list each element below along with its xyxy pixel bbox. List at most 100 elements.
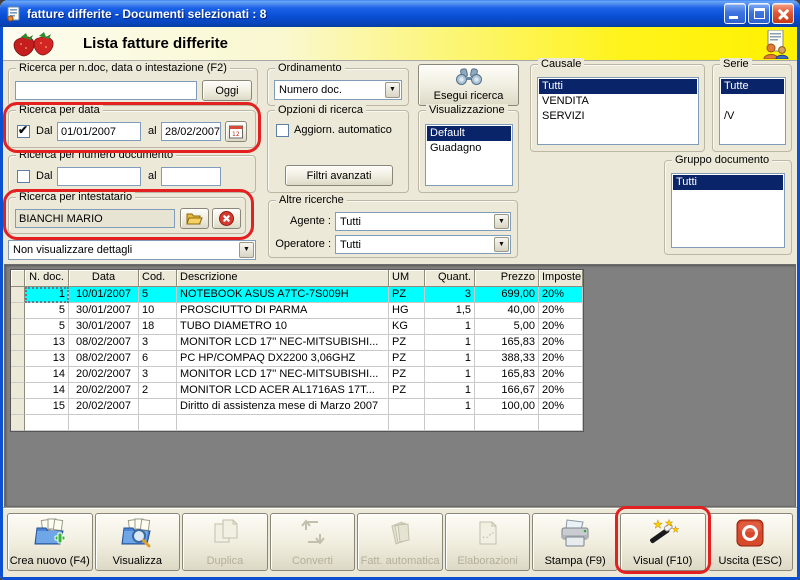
row-indicator — [11, 367, 25, 383]
view-label: Visualizza — [112, 555, 162, 567]
table-cell: 18 — [139, 319, 177, 335]
auto-refresh-checkbox[interactable] — [276, 124, 289, 137]
table-row[interactable]: 14 20/02/2007 3 MONITOR LCD 17'' NEC-MITSUB… — [11, 367, 583, 383]
print-button[interactable]: Stampa (F9) — [532, 513, 618, 571]
list-item[interactable]: Default — [427, 126, 511, 141]
convert-label: Converti — [291, 555, 333, 567]
date-checkbox[interactable]: ✔ — [17, 123, 30, 138]
table-cell: 20% — [539, 303, 583, 319]
list-item[interactable]: Tutti — [539, 79, 697, 94]
group-opzioni: Opzioni di ricerca Aggiorn. automatico F… — [267, 104, 409, 193]
table-cell: 5 — [25, 303, 69, 319]
auto-invoice-button[interactable]: Fatt. automatica — [357, 513, 443, 571]
table-cell: HG — [389, 303, 425, 319]
clear-intestatario-button[interactable] — [212, 208, 241, 229]
table-cell: 14 — [25, 383, 69, 399]
client-area: Ricerca per n.doc, data o intestazione (… — [3, 58, 797, 577]
today-button[interactable]: Oggi — [202, 80, 252, 101]
date-al-label: al — [148, 125, 157, 137]
close-button[interactable] — [772, 3, 794, 24]
table-cell — [25, 415, 69, 431]
table-cell: 100,00 — [475, 399, 539, 415]
list-item[interactable]: VENDITA — [539, 94, 697, 109]
table-row[interactable]: 1 10/01/2007 5 NOTEBOOK ASUS A7TC-7S009H PZ 3… — [11, 287, 583, 303]
list-item[interactable]: Guadagno — [427, 141, 511, 156]
calendar-button[interactable]: 12 — [225, 121, 247, 142]
intestatario-input[interactable]: BIANCHI MARIO — [15, 209, 175, 228]
run-search-button[interactable]: Esegui ricerca — [418, 64, 519, 106]
table-cell: 20% — [539, 287, 583, 303]
view-button[interactable]: Visualizza — [94, 513, 181, 571]
table-cell: 3 — [139, 367, 177, 383]
group-altre-ricerche-label: Altre ricerche — [276, 194, 347, 206]
group-numdoc: Ricerca per numero documento Dal al — [8, 149, 256, 193]
table-cell: 20% — [539, 367, 583, 383]
exit-button[interactable]: Uscita (ESC) — [707, 513, 794, 571]
bottom-toolbar: Crea nuovo (F4) Visualizza Duplica Conve… — [3, 506, 797, 577]
list-item[interactable] — [721, 94, 784, 109]
group-causale-label: Causale — [538, 58, 585, 70]
table-cell: 6 — [139, 351, 177, 367]
date-to-input[interactable]: 28/02/2007 — [161, 122, 221, 141]
table-cell: UM — [389, 270, 425, 287]
folder-plus-icon — [34, 518, 66, 545]
ordinamento-combobox[interactable]: Numero doc. ▼ — [274, 80, 402, 100]
table-row[interactable]: 13 08/02/2007 3 MONITOR LCD 17'' NEC-MITSUB… — [11, 335, 583, 351]
create-new-label: Crea nuovo (F4) — [9, 555, 90, 567]
processing-button[interactable]: Elaborazioni — [444, 513, 531, 571]
details-combobox[interactable]: Non visualizzare dettagli ▼ — [8, 240, 256, 260]
operatore-combobox[interactable]: Tutti ▼ — [335, 235, 511, 254]
contacts-icon[interactable] — [759, 30, 789, 59]
advanced-filters-button[interactable]: Filtri avanzati — [285, 165, 393, 186]
calendar-icon: 12 — [229, 125, 243, 138]
row-indicator — [11, 287, 25, 303]
check-icon: ✔ — [18, 123, 29, 137]
table-row[interactable]: 15 20/02/2007 Diritto di assistenza mese d… — [11, 399, 583, 415]
maximize-button[interactable] — [748, 3, 770, 24]
numdoc-checkbox[interactable] — [17, 170, 30, 183]
table-row[interactable]: 5 30/01/2007 18 TUBO DIAMETRO 10 KG 1 5,00 20% — [11, 319, 583, 335]
group-ordinamento-label: Ordinamento — [275, 62, 345, 74]
row-indicator — [11, 415, 25, 431]
table-cell: PZ — [389, 287, 425, 303]
group-ordinamento: Ordinamento Numero doc. ▼ — [267, 62, 409, 106]
svg-text:★: ★ — [672, 525, 679, 534]
table-cell: 20% — [539, 351, 583, 367]
table-cell: 1 — [25, 287, 69, 303]
auto-invoice-label: Fatt. automatica — [360, 555, 440, 567]
duplicate-button[interactable]: Duplica — [182, 513, 268, 571]
date-from-input[interactable]: 01/01/2007 — [57, 122, 141, 141]
list-item[interactable]: SERVIZI — [539, 109, 697, 124]
table-cell: TUBO DIAMETRO 10 — [177, 319, 389, 335]
table-row[interactable]: 5 30/01/2007 10 PROSCIUTTO DI PARMA HG 1,5 40,… — [11, 303, 583, 319]
table-cell — [389, 399, 425, 415]
agente-combobox[interactable]: Tutti ▼ — [335, 212, 511, 231]
strawberries-icon — [13, 31, 54, 56]
create-new-button[interactable]: Crea nuovo (F4) — [7, 513, 93, 571]
clear-icon — [219, 211, 234, 226]
folder-icon — [186, 213, 203, 225]
search-input[interactable] — [15, 81, 197, 100]
table-row[interactable]: 13 08/02/2007 6 PC HP/COMPAQ DX2200 3,06GHZ… — [11, 351, 583, 367]
table-row[interactable]: 14 20/02/2007 2 MONITOR LCD ACER AL1716AS 1… — [11, 383, 583, 399]
minimize-button[interactable] — [724, 3, 746, 24]
process-page-icon — [479, 521, 497, 545]
table-cell: 20% — [539, 319, 583, 335]
numdoc-to-input[interactable] — [161, 167, 221, 186]
table-cell: Cod. — [139, 270, 177, 287]
maximize-icon — [754, 8, 765, 19]
list-item[interactable]: /V — [721, 109, 784, 124]
pick-intestatario-button[interactable] — [180, 208, 209, 229]
numdoc-from-input[interactable] — [57, 167, 141, 186]
list-item[interactable]: Tutti — [673, 175, 783, 190]
row-indicator — [11, 383, 25, 399]
page-title: Lista fatture differite — [83, 35, 229, 52]
group-date: Ricerca per data ✔ Dal 01/01/2007 al 28/… — [3, 102, 261, 153]
table-cell — [389, 415, 425, 431]
convert-button[interactable]: Converti — [269, 513, 356, 571]
list-item[interactable]: Tutte — [721, 79, 784, 94]
group-intestatario: Ricerca per intestatario BIANCHI MARIO — [3, 189, 254, 240]
svg-text:★: ★ — [653, 518, 663, 531]
visual-button[interactable]: ★ ★ ★ Visual (F10) — [614, 506, 711, 574]
group-visualizzazione-label: Visualizzazione — [426, 104, 508, 116]
